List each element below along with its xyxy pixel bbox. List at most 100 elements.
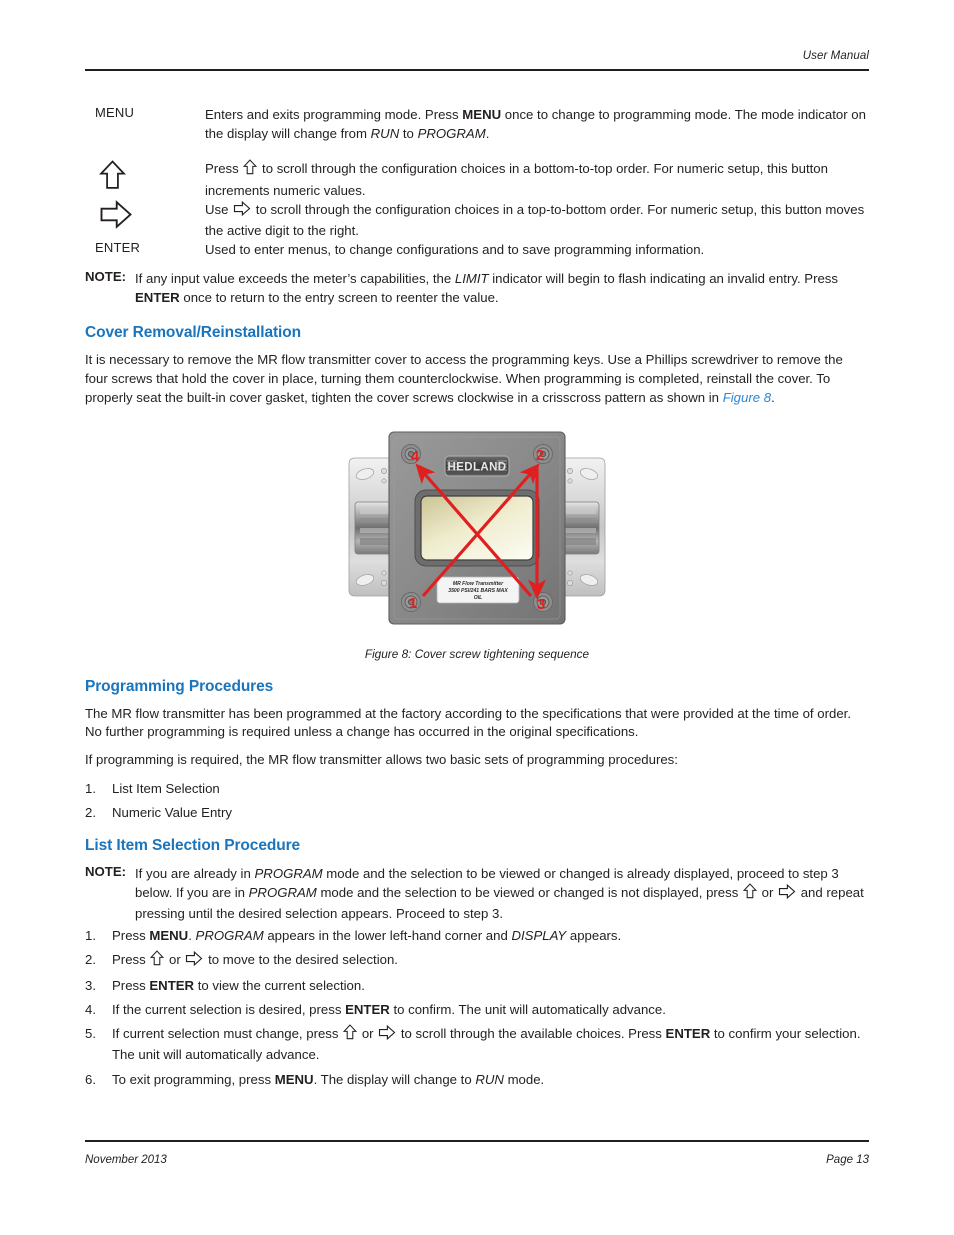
emphasis-italic: PROGRAM <box>254 866 323 882</box>
key-description: Enters and exits programming mode. Press… <box>205 105 869 159</box>
step-number: 4. <box>85 1002 96 1018</box>
note-label: NOTE: <box>85 269 127 285</box>
emphasis-italic: RUN <box>370 126 400 142</box>
header-rule <box>85 69 869 71</box>
device-diagram: HEDLAND MR Flow Transmitter 3500 PSI/241… <box>348 431 606 625</box>
text-run: To exit programming, press <box>112 1071 275 1087</box>
key-label-text: MENU <box>95 105 135 120</box>
note-limit-indicator: NOTE: If any input value exceeds the met… <box>85 269 869 307</box>
step-number: 5. <box>85 1026 96 1042</box>
text-run: mode and the selection to be viewed or c… <box>316 885 742 901</box>
key-label-enter: ENTER <box>85 240 205 265</box>
note-label: NOTE: <box>85 864 127 880</box>
text-run: to scroll through the configuration choi… <box>205 161 828 198</box>
emphasis-italic: LIMIT <box>454 271 489 287</box>
text-run: or <box>358 1026 378 1042</box>
text-run: Press <box>112 951 150 967</box>
right-arrow-icon <box>778 884 796 904</box>
key-label-right-arrow <box>85 199 205 240</box>
text-run: Enters and exits programming mode. Press <box>205 107 463 122</box>
text-run: to move to the desired selection. <box>204 951 398 967</box>
up-arrow-icon <box>742 883 758 904</box>
step-number: 6. <box>85 1071 96 1087</box>
up-arrow-icon <box>243 159 258 180</box>
list-item: 2. Numeric Value Entry <box>85 803 869 822</box>
emphasis-italic: DISPLAY <box>511 927 567 943</box>
emphasis-bold: ENTER <box>135 290 180 306</box>
text-run: . <box>771 389 775 405</box>
right-arrow-icon <box>378 1025 396 1045</box>
nameplate: MR Flow Transmitter 3500 PSI/241 BARS MA… <box>436 576 520 603</box>
svg-text:3: 3 <box>537 596 545 613</box>
list-number: 1. <box>85 780 96 796</box>
text-run: Used to enter menus, to change configura… <box>205 241 705 257</box>
text-run: to view the current selection. <box>194 977 365 993</box>
list-text: List Item Selection <box>112 780 220 796</box>
emphasis-italic: PROGRAM <box>195 927 264 943</box>
right-arrow-icon <box>185 950 203 971</box>
key-function-row: Press to scroll through the configuratio… <box>85 159 869 199</box>
up-arrow-icon <box>343 1024 358 1045</box>
text-run: or <box>757 885 778 901</box>
heading-programming-procedures: Programming Procedures <box>85 677 274 695</box>
note-text: If any input value exceeds the meter’s c… <box>135 269 869 307</box>
text-run: Press <box>112 927 150 943</box>
figure-8: HEDLAND MR Flow Transmitter 3500 PSI/241… <box>85 420 869 661</box>
manual-page: User Manual MENU Enters and exits program… <box>0 0 954 1235</box>
key-function-row: Use to scroll through the configuration … <box>85 199 869 240</box>
text-run: once to return to the entry screen to re… <box>179 290 499 306</box>
key-label-menu: MENU <box>85 105 205 159</box>
figure-crossref-link[interactable]: Figure 8 <box>723 390 771 405</box>
paragraph-programming-1: The MR flow transmitter has been program… <box>85 705 851 740</box>
step-item: 1. Press MENU. PROGRAM appears in the low… <box>85 926 869 945</box>
step-number: 2. <box>85 951 96 967</box>
text-run: Press <box>205 161 243 177</box>
key-description: Press to scroll through the configuratio… <box>205 159 869 199</box>
footer-rule <box>85 1140 869 1142</box>
key-function-row: MENU Enters and exits programming mode. P… <box>85 105 869 159</box>
emphasis-bold: MENU <box>149 927 189 943</box>
paragraph-programming-2: If programming is required, the MR flow … <box>85 752 678 768</box>
brand-badge: HEDLAND <box>444 454 510 477</box>
page-content: MENU Enters and exits programming mode. P… <box>85 105 869 1094</box>
svg-text:1: 1 <box>409 595 417 612</box>
text-run: to scroll through the available choices.… <box>397 1026 666 1042</box>
svg-text:MR Flow Transmitter: MR Flow Transmitter <box>453 581 504 587</box>
emphasis-bold: ENTER <box>149 977 195 993</box>
text-run: . <box>485 126 490 142</box>
note-program-mode: NOTE: If you are already in PROGRAM mode… <box>85 864 869 924</box>
programming-procedures-list: 1. List Item Selection 2. Numeric Value Ent… <box>85 779 869 822</box>
footer-page-number: Page 13 <box>826 1154 869 1166</box>
text-run: mode. <box>503 1071 545 1087</box>
emphasis-italic: PROGRAM <box>417 126 486 142</box>
text-run: If current selection must change, press <box>112 1026 343 1042</box>
text-run: to confirm. The unit will automatically … <box>389 1002 666 1018</box>
text-run: If you are already in <box>135 866 255 882</box>
key-function-table: MENU Enters and exits programming mode. P… <box>85 105 869 265</box>
header-title: User Manual <box>802 50 869 62</box>
right-arrow-icon[interactable] <box>99 199 133 234</box>
text-run: . <box>188 927 196 943</box>
text-run: indicator will begin to flash indicating… <box>488 271 838 287</box>
text-run: Use <box>205 201 233 217</box>
text-run: If the current selection is desired, pre… <box>112 1002 346 1018</box>
svg-text:4: 4 <box>411 448 420 465</box>
emphasis-bold: ENTER <box>345 1002 390 1018</box>
step-item: 2. Press or to move to the desired select… <box>85 949 869 971</box>
right-arrow-icon <box>233 200 251 221</box>
key-function-row: ENTER Used to enter menus, to change conf… <box>85 240 869 265</box>
list-text: Numeric Value Entry <box>112 804 232 820</box>
paragraph-cover-removal: It is necessary to remove the MR flow tr… <box>85 351 869 407</box>
list-item-selection-steps: 1. Press MENU. PROGRAM appears in the low… <box>85 926 869 1089</box>
heading-list-item-selection: List Item Selection Procedure <box>85 837 301 855</box>
text-run: to scroll through the configuration choi… <box>205 201 865 238</box>
step-item: 5. If current selection must change, pres… <box>85 1024 869 1064</box>
key-label-up-arrow <box>85 159 205 199</box>
key-description: Used to enter menus, to change configura… <box>205 240 869 265</box>
heading-cover-removal: Cover Removal/Reinstallation <box>85 324 301 342</box>
note-text: If you are already in PROGRAM mode and t… <box>135 864 869 924</box>
up-arrow-icon[interactable] <box>98 159 127 196</box>
text-run: If any input value exceeds the meter’s c… <box>135 271 455 287</box>
emphasis-italic: PROGRAM <box>248 885 317 901</box>
list-item: 1. List Item Selection <box>85 779 869 798</box>
